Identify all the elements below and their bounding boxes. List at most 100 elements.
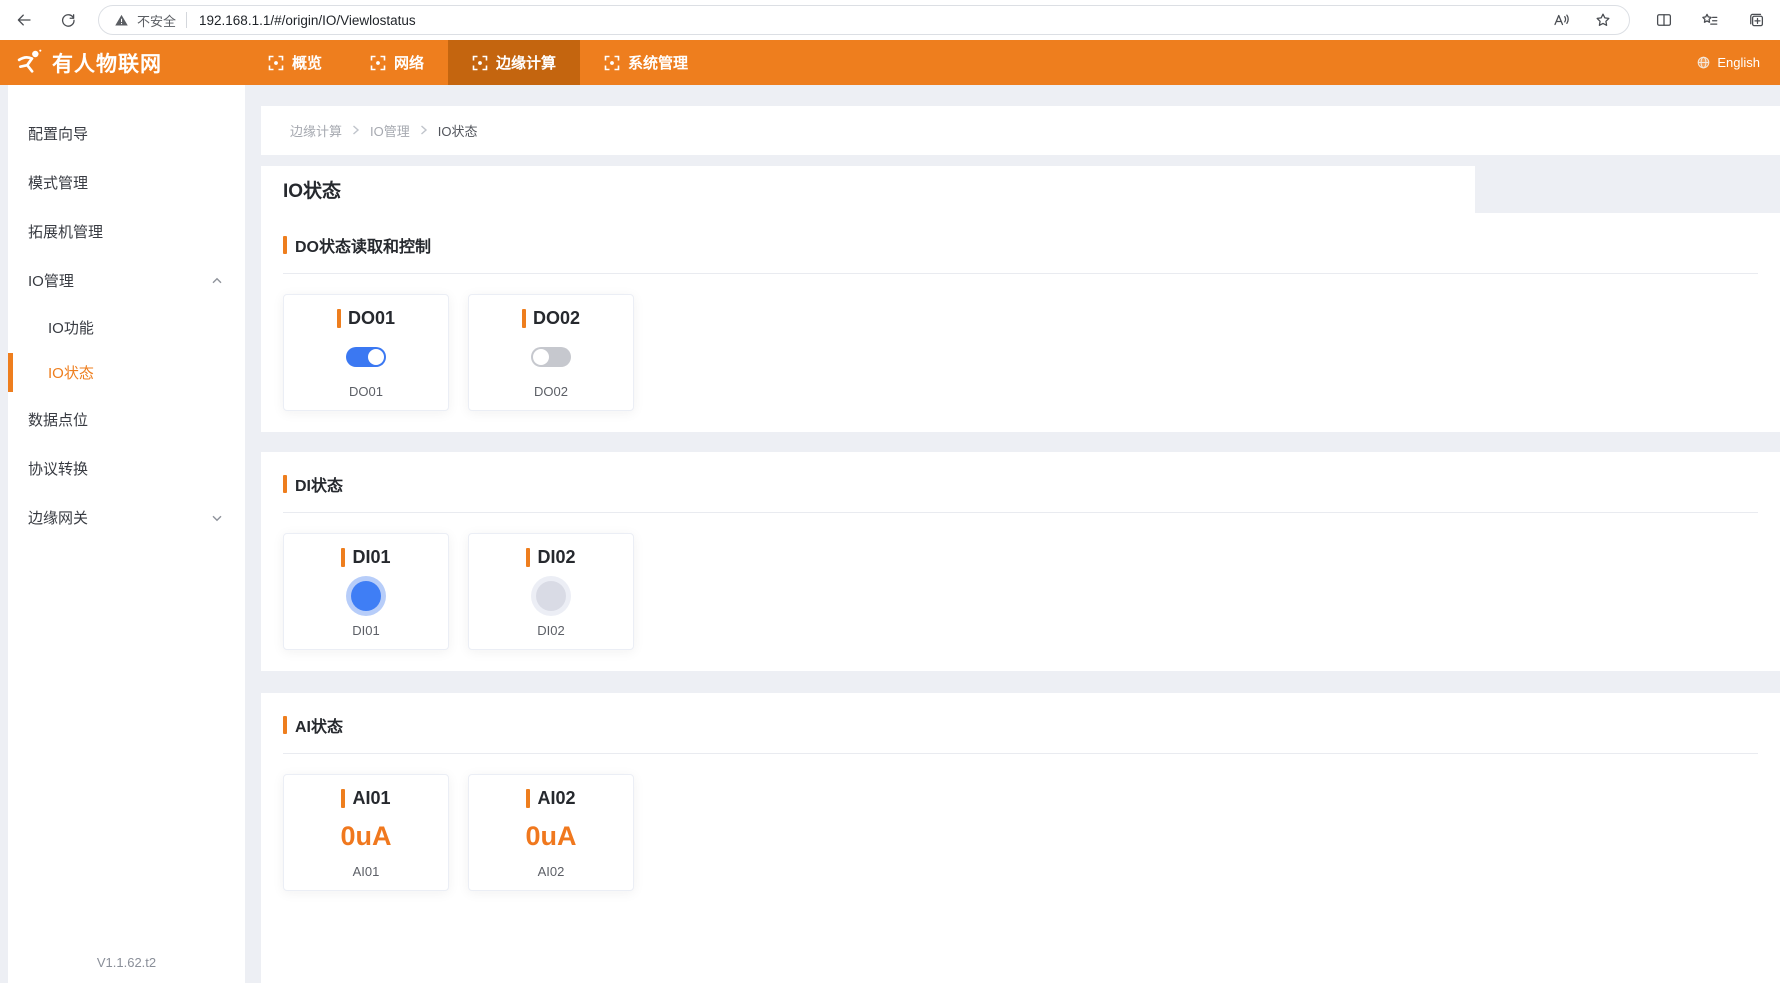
di01-indicator-light <box>351 581 381 611</box>
sidebar-subitem-label: IO状态 <box>48 362 94 383</box>
card-title: DO02 <box>522 308 580 329</box>
chevron-down-icon <box>211 512 223 524</box>
frame-dot-icon <box>604 55 620 71</box>
di02-card: DI02 DI02 <box>468 533 634 650</box>
sidebar-subitem-label: IO功能 <box>48 317 94 338</box>
sidebar-item-label: 拓展机管理 <box>28 221 103 242</box>
do01-toggle-switch[interactable] <box>346 347 386 367</box>
language-label: English <box>1717 55 1760 70</box>
tab-label: 系统管理 <box>628 52 688 73</box>
ai01-card: AI01 0uA AI01 <box>283 774 449 891</box>
ai02-card: AI02 0uA AI02 <box>468 774 634 891</box>
tab-overview[interactable]: 概览 <box>244 40 346 85</box>
address-divider <box>186 12 187 28</box>
sidebar-item-edge-gateway[interactable]: 边缘网关 <box>8 493 245 542</box>
breadcrumb-item-current: IO状态 <box>438 121 478 140</box>
card-label: AI01 <box>353 864 380 879</box>
url-text[interactable]: 192.168.1.1/#/origin/IO/Viewlostatus <box>199 13 416 28</box>
accent-bar <box>283 236 287 254</box>
brand-title: 有人物联网 <box>52 48 162 78</box>
sidebar-item-label: 数据点位 <box>28 409 88 430</box>
content-area: 边缘计算 IO管理 IO状态 IO状态 DO状态读取和控制 DO01 <box>261 85 1780 983</box>
chevron-right-icon <box>420 123 428 138</box>
accent-bar <box>283 475 287 493</box>
card-title: DI02 <box>526 547 575 568</box>
sidebar-item-label: 协议转换 <box>28 458 88 479</box>
browser-toolbar: 不安全 192.168.1.1/#/origin/IO/Viewlostatus <box>0 0 1780 40</box>
refresh-icon[interactable] <box>58 10 78 30</box>
sidebar-item-config-wizard[interactable]: 配置向导 <box>8 109 245 158</box>
frame-dot-icon <box>268 55 284 71</box>
breadcrumb-item-io-management[interactable]: IO管理 <box>370 121 410 140</box>
do02-card: DO02 DO02 <box>468 294 634 411</box>
sidebar-item-expander-management[interactable]: 拓展机管理 <box>8 207 245 256</box>
tab-edge-computing[interactable]: 边缘计算 <box>448 40 580 85</box>
split-screen-icon[interactable] <box>1654 10 1674 30</box>
section-di-status: DI状态 DI01 DI01 DI02 <box>261 452 1780 671</box>
card-row: AI01 0uA AI01 AI02 0uA AI02 <box>283 774 1758 891</box>
sidebar-item-data-points[interactable]: 数据点位 <box>8 395 245 444</box>
page-title-bar: IO状态 <box>261 166 1475 213</box>
tab-network[interactable]: 网络 <box>346 40 448 85</box>
card-title-text: AI02 <box>537 788 575 809</box>
section-title: AI状态 <box>295 713 343 737</box>
section-title: DO状态读取和控制 <box>295 233 431 257</box>
ai02-value: 0uA <box>525 823 576 850</box>
collections-icon[interactable] <box>1746 10 1766 30</box>
brand-logo-icon <box>16 49 43 76</box>
section-ai-status: AI状态 AI01 0uA AI01 AI02 0uA <box>261 693 1780 983</box>
card-row: DI01 DI01 DI02 DI02 <box>283 533 1758 650</box>
globe-icon <box>1696 55 1711 70</box>
tab-system-management[interactable]: 系统管理 <box>580 40 712 85</box>
do01-card: DO01 DO01 <box>283 294 449 411</box>
app-navbar: 有人物联网 概览 网络 边缘计算 系统管理 English <box>0 40 1780 85</box>
sidebar-item-label: 模式管理 <box>28 172 88 193</box>
tab-label: 网络 <box>394 52 424 73</box>
sidebar-subitem-io-function[interactable]: IO功能 <box>8 305 245 350</box>
back-icon[interactable] <box>14 10 34 30</box>
do02-toggle-switch[interactable] <box>531 347 571 367</box>
sidebar-item-label: 配置向导 <box>28 123 88 144</box>
section-divider <box>283 753 1758 754</box>
sidebar: 配置向导 模式管理 拓展机管理 IO管理 IO功能 IO状态 数据点位 协议转换… <box>8 85 245 983</box>
nav-tabs: 概览 网络 边缘计算 系统管理 <box>244 40 712 85</box>
accent-bar <box>341 789 345 808</box>
card-label: DI01 <box>352 623 379 638</box>
accent-bar <box>522 309 526 328</box>
favorites-bar-icon[interactable] <box>1700 10 1720 30</box>
section-divider <box>283 512 1758 513</box>
language-switcher[interactable]: English <box>1696 40 1780 85</box>
main-area: 配置向导 模式管理 拓展机管理 IO管理 IO功能 IO状态 数据点位 协议转换… <box>0 85 1780 983</box>
frame-dot-icon <box>472 55 488 71</box>
brand: 有人物联网 <box>0 40 200 85</box>
sidebar-item-io-management[interactable]: IO管理 <box>8 256 245 305</box>
section-header: DO状态读取和控制 <box>283 233 1758 257</box>
sidebar-item-protocol-conversion[interactable]: 协议转换 <box>8 444 245 493</box>
card-label: DO02 <box>534 384 568 399</box>
frame-dot-icon <box>370 55 386 71</box>
card-title: AI02 <box>526 788 575 809</box>
chevron-up-icon <box>211 275 223 287</box>
security-label: 不安全 <box>137 11 176 30</box>
card-title-text: DO02 <box>533 308 580 329</box>
ai01-value: 0uA <box>340 823 391 850</box>
tab-label: 边缘计算 <box>496 52 556 73</box>
address-bar[interactable]: 不安全 192.168.1.1/#/origin/IO/Viewlostatus <box>98 5 1630 35</box>
card-title-text: DO01 <box>348 308 395 329</box>
section-title: DI状态 <box>295 472 343 496</box>
toggle-knob <box>368 349 384 365</box>
accent-bar <box>526 789 530 808</box>
sidebar-item-label: IO管理 <box>28 270 74 291</box>
accent-bar <box>526 548 530 567</box>
accent-bar <box>337 309 341 328</box>
favorite-star-icon[interactable] <box>1593 10 1613 30</box>
sidebar-subitem-io-status[interactable]: IO状态 <box>8 350 245 395</box>
sidebar-item-mode-management[interactable]: 模式管理 <box>8 158 245 207</box>
section-divider <box>283 273 1758 274</box>
security-warning-icon[interactable] <box>111 10 131 30</box>
accent-bar <box>283 716 287 734</box>
read-aloud-icon[interactable] <box>1551 10 1571 30</box>
breadcrumb-item-edge-computing[interactable]: 边缘计算 <box>290 121 342 140</box>
tab-label: 概览 <box>292 52 322 73</box>
sidebar-item-label: 边缘网关 <box>28 507 88 528</box>
